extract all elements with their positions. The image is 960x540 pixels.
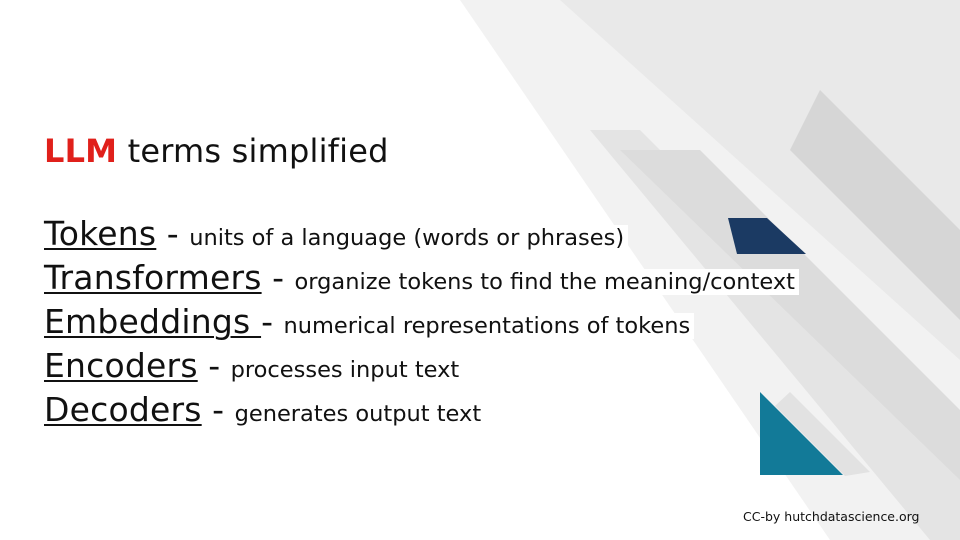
term-tokens: Tokens xyxy=(44,214,157,253)
term-row-embeddings: Embeddings - numerical representations o… xyxy=(44,300,799,344)
term-row-tokens: Tokens - units of a language (words or p… xyxy=(44,212,799,256)
definition-decoders: generates output text xyxy=(234,401,486,427)
term-encoders: Encoders xyxy=(44,346,198,385)
term-row-transformers: Transformers - organize tokens to find t… xyxy=(44,256,799,300)
definition-tokens: units of a language (words or phrases) xyxy=(189,225,629,251)
credit-text: CC-by hutchdatascience.org xyxy=(743,509,920,524)
term-dash: - xyxy=(201,390,235,429)
term-dash: - xyxy=(156,214,190,253)
term-dash: - xyxy=(261,302,284,341)
definition-embeddings: numerical representations of tokens xyxy=(283,313,695,339)
term-transformers: Transformers xyxy=(44,258,262,297)
term-decoders: Decoders xyxy=(44,390,202,429)
slide-title: LLM terms simplified xyxy=(44,132,389,170)
term-row-decoders: Decoders - generates output text xyxy=(44,388,799,432)
terms-list: Tokens - units of a language (words or p… xyxy=(44,212,799,432)
term-embeddings: Embeddings xyxy=(44,302,262,341)
term-dash: - xyxy=(197,346,231,385)
definition-encoders: processes input text xyxy=(230,357,464,383)
title-accent: LLM xyxy=(44,132,118,170)
definition-transformers: organize tokens to find the meaning/cont… xyxy=(294,269,799,295)
slide: LLM terms simplified Tokens - units of a… xyxy=(0,0,960,540)
term-row-encoders: Encoders - processes input text xyxy=(44,344,799,388)
title-rest: terms simplified xyxy=(117,132,389,170)
term-dash: - xyxy=(261,258,295,297)
